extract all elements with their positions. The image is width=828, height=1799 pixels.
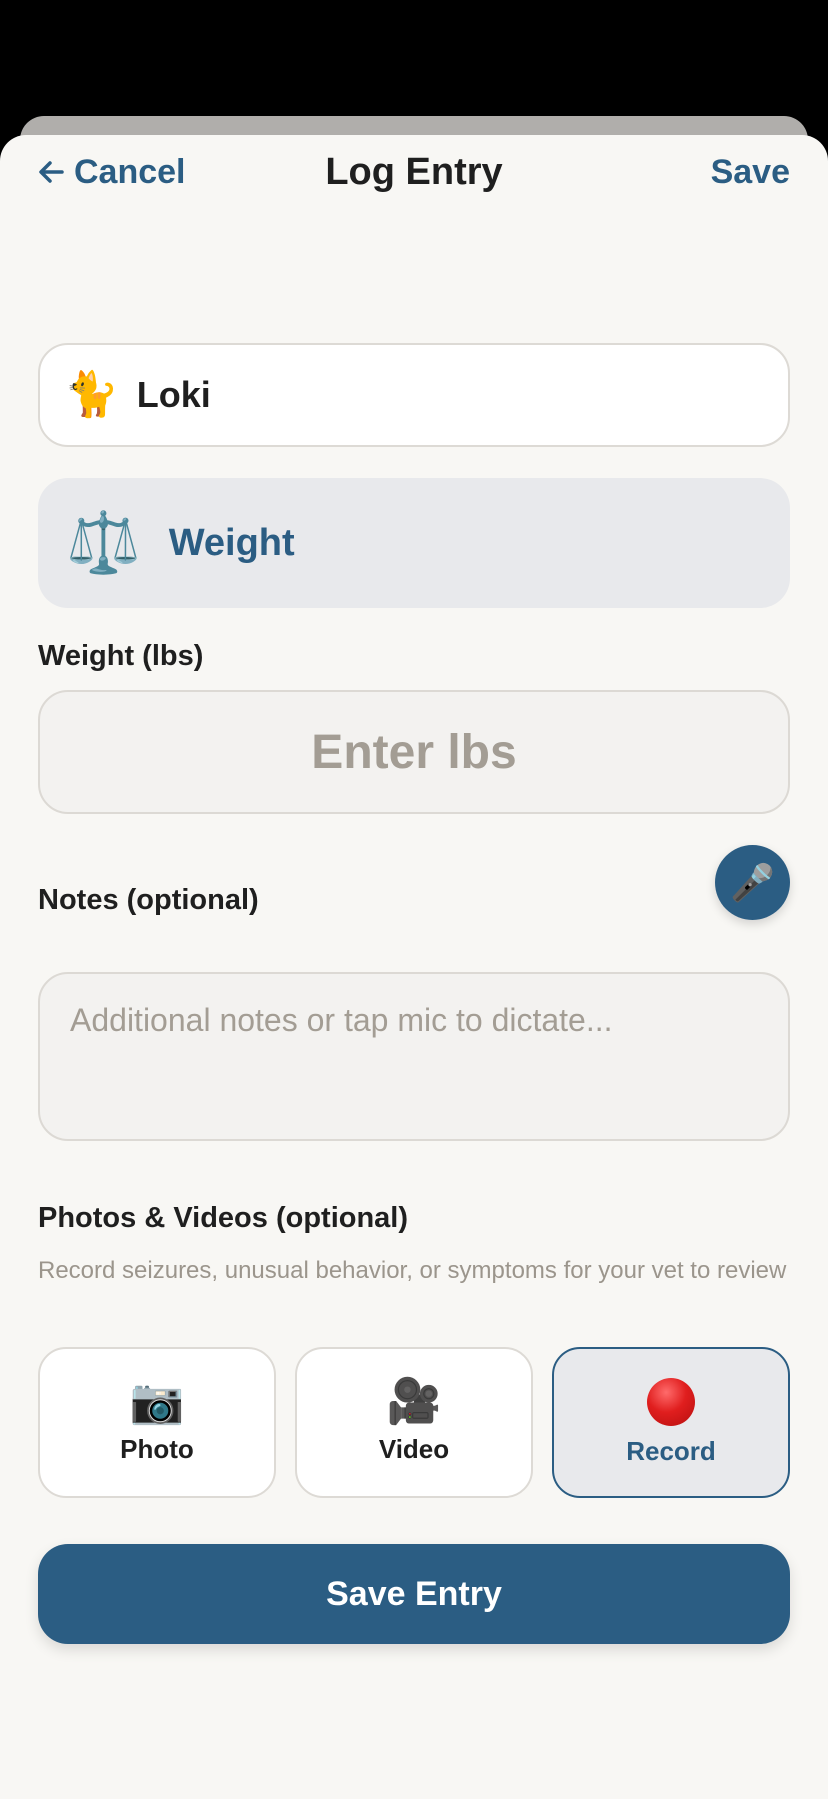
camera-icon: 📷 xyxy=(129,1377,185,1426)
media-label: Photos & Videos (optional) xyxy=(38,1202,409,1234)
notes-label: Notes (optional) xyxy=(38,884,259,916)
scale-icon: ⚖️ xyxy=(66,509,141,576)
video-label: Video xyxy=(378,1434,450,1464)
record-icon xyxy=(647,1378,695,1426)
save-button[interactable]: Save xyxy=(711,142,790,202)
entry-type-label: Weight xyxy=(168,521,295,564)
entry-type-card[interactable]: ⚖️ Weight xyxy=(38,478,790,608)
video-camera-icon: 🎥 xyxy=(386,1377,442,1426)
video-button[interactable]: 🎥 Video xyxy=(295,1347,533,1498)
photo-button[interactable]: 📷 Photo xyxy=(38,1347,276,1498)
save-entry-button[interactable]: Save Entry xyxy=(38,1544,790,1644)
pet-selector[interactable]: 🐈 Loki xyxy=(38,343,790,447)
notes-field[interactable] xyxy=(38,972,790,1141)
arrow-left-icon xyxy=(38,160,64,184)
mic-button[interactable]: 🎤 xyxy=(715,845,790,920)
microphone-icon: 🎤 xyxy=(730,861,775,903)
nav-bar: Cancel Log Entry Save xyxy=(38,142,790,202)
media-help-text: Record seizures, unusual behavior, or sy… xyxy=(38,1257,787,1284)
weight-label: Weight (lbs) xyxy=(38,640,204,672)
cat-icon: 🐈 xyxy=(64,370,119,419)
cancel-label: Cancel xyxy=(74,152,186,191)
weight-input[interactable] xyxy=(38,690,790,814)
record-button[interactable]: Record xyxy=(552,1347,790,1498)
photo-label: Photo xyxy=(120,1434,194,1464)
record-label: Record xyxy=(626,1436,716,1466)
cancel-button[interactable]: Cancel xyxy=(38,142,186,202)
pet-name: Loki xyxy=(136,374,211,415)
